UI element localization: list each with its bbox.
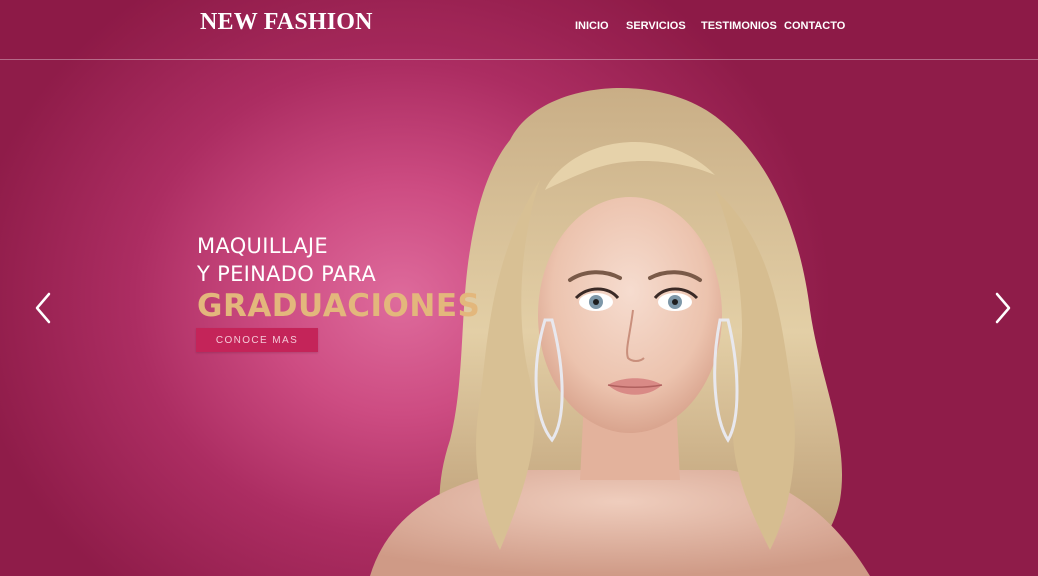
hero-slider: NEW FASHION INICIO SERVICIOS TESTIMONIOS…	[0, 0, 1038, 576]
chevron-right-icon	[995, 292, 1011, 324]
nav-item-servicios[interactable]: SERVICIOS	[626, 20, 686, 32]
headline-line-1: MAQUILLAJE	[197, 234, 328, 258]
nav-item-contacto[interactable]: CONTACTO	[784, 20, 845, 32]
site-header: NEW FASHION INICIO SERVICIOS TESTIMONIOS…	[0, 0, 1038, 60]
carousel-next-button[interactable]	[991, 290, 1013, 326]
headline-line-3: GRADUACIONES	[197, 288, 481, 324]
headline-line-2: Y PEINADO PARA	[197, 262, 377, 286]
conoce-mas-button[interactable]: CONOCE MAS	[196, 328, 318, 352]
nav-item-inicio[interactable]: INICIO	[575, 20, 609, 32]
site-logo[interactable]: NEW FASHION	[200, 9, 373, 36]
chevron-left-icon	[35, 292, 51, 324]
hero-headline: MAQUILLAJE Y PEINADO PARA GRADUACIONES	[197, 232, 480, 326]
carousel-prev-button[interactable]	[33, 290, 55, 326]
hero-model-image	[370, 88, 870, 576]
nav-item-testimonios[interactable]: TESTIMONIOS	[701, 20, 777, 32]
